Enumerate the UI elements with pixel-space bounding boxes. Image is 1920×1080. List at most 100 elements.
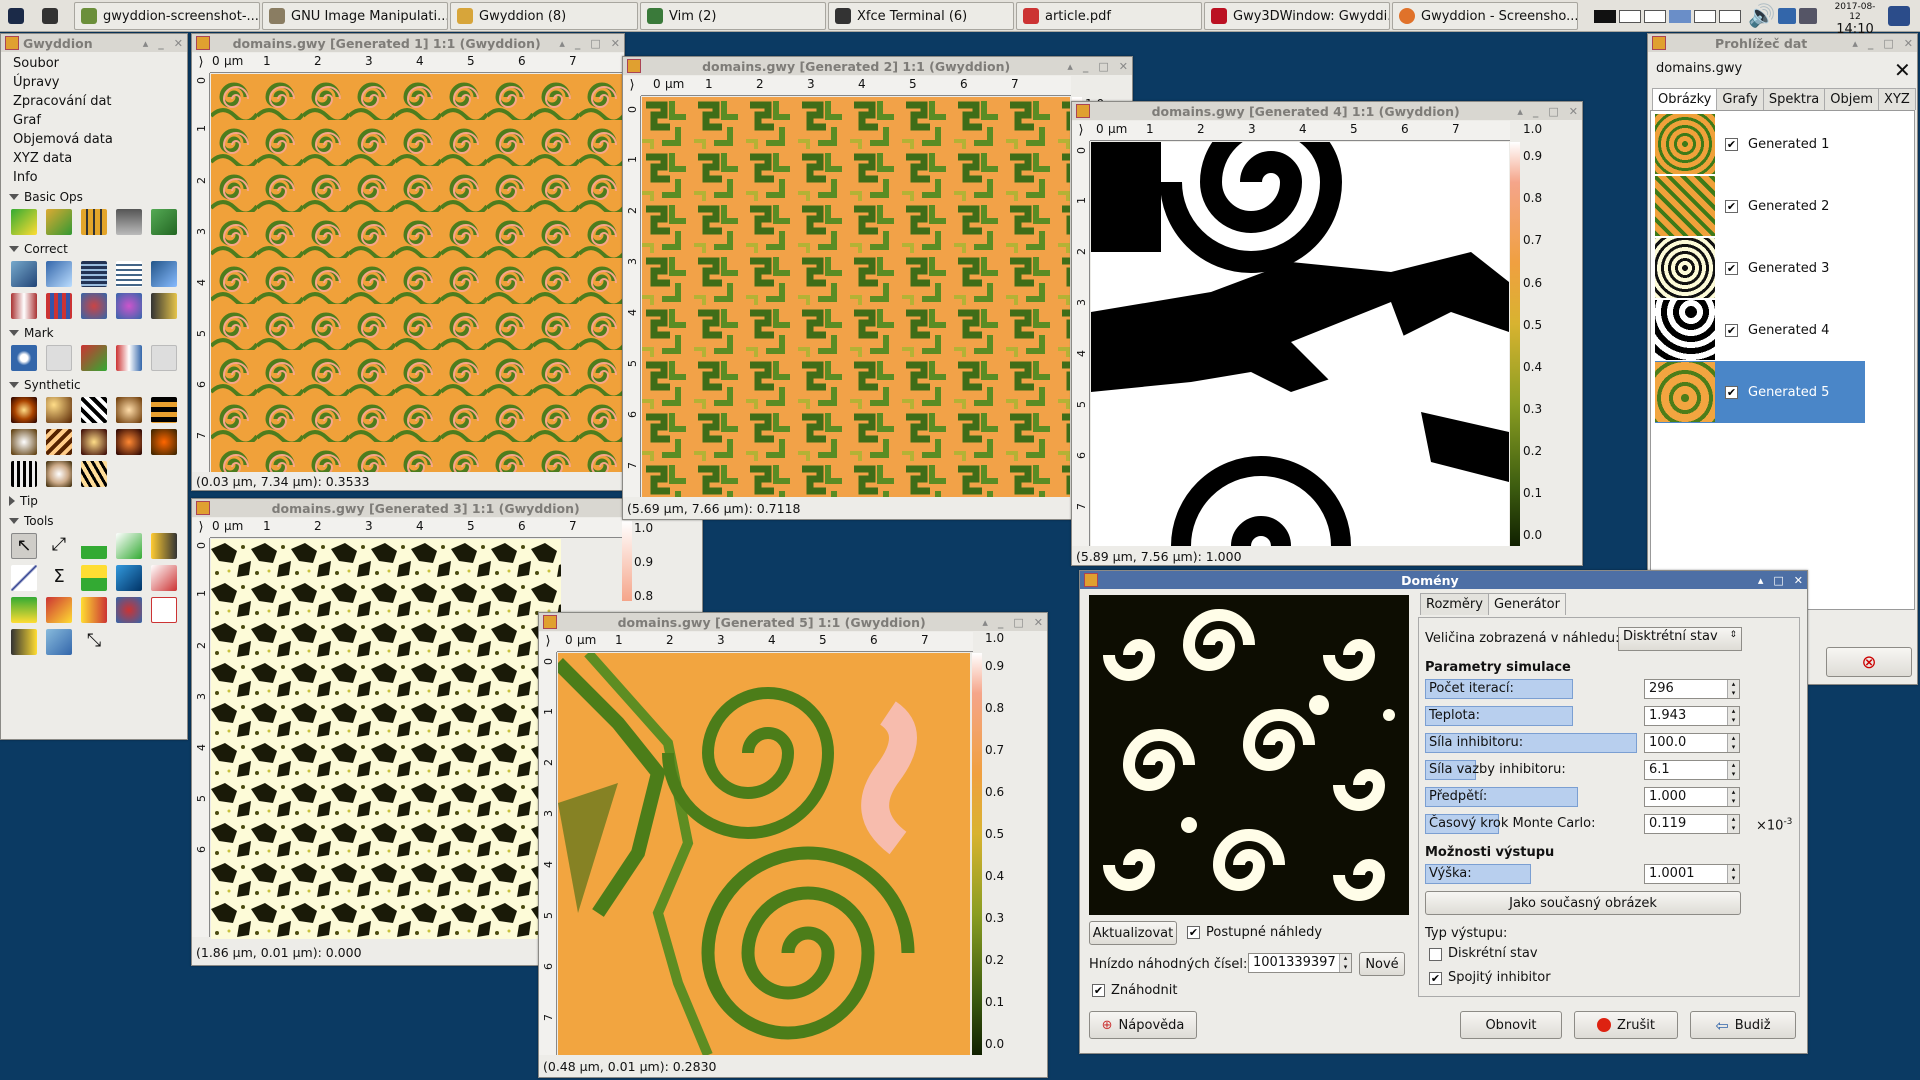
section-correct[interactable]: Correct bbox=[1, 239, 187, 259]
maximize-icon[interactable]: □ bbox=[1773, 574, 1783, 587]
menu-data-process[interactable]: Zpracování dat bbox=[1, 92, 187, 111]
mark-outliers-icon[interactable] bbox=[46, 345, 72, 371]
scale-icon[interactable] bbox=[151, 293, 177, 319]
minimize-icon[interactable]: _ bbox=[1533, 105, 1539, 118]
synth-lattice-icon[interactable] bbox=[11, 429, 37, 455]
section-basic-ops[interactable]: Basic Ops bbox=[1, 187, 187, 207]
synth-noise-icon[interactable] bbox=[11, 397, 37, 423]
task-button[interactable]: gwyddion-screenshot-... bbox=[74, 2, 260, 30]
roughness-icon[interactable] bbox=[151, 565, 177, 591]
maximize-icon[interactable]: □ bbox=[590, 37, 600, 50]
minimize-icon[interactable]: _ bbox=[998, 616, 1004, 629]
update-button[interactable]: Aktualizovat bbox=[1089, 921, 1177, 945]
spot-remove-icon[interactable] bbox=[46, 597, 72, 623]
filter-icon[interactable] bbox=[116, 597, 142, 623]
align-rows-icon[interactable] bbox=[81, 261, 107, 287]
visibility-checkbox[interactable]: ✔ bbox=[1725, 261, 1738, 275]
mark-threshold-icon[interactable] bbox=[81, 345, 107, 371]
shade-icon[interactable]: ▴ bbox=[1517, 105, 1523, 118]
volume-icon[interactable]: 🔊 bbox=[1748, 4, 1775, 29]
plane-level-icon[interactable] bbox=[11, 261, 37, 287]
line-fit-icon[interactable] bbox=[11, 565, 37, 591]
task-button[interactable]: Gwyddion (8) bbox=[450, 2, 638, 30]
facet-level-icon[interactable] bbox=[46, 261, 72, 287]
menu-xyz[interactable]: XYZ data bbox=[1, 149, 187, 168]
shade-icon[interactable]: ▴ bbox=[559, 37, 565, 50]
discrete-checkbox[interactable] bbox=[1429, 948, 1442, 961]
like-current-image-button[interactable]: Jako současný obrázek bbox=[1425, 891, 1741, 915]
task-button[interactable]: Xfce Terminal (6) bbox=[828, 2, 1014, 30]
synth-fibres-icon[interactable] bbox=[11, 461, 37, 487]
shade-icon[interactable]: ▴ bbox=[143, 37, 149, 50]
spectro-icon[interactable]: Σ bbox=[46, 565, 72, 591]
tab-dimensions[interactable]: Rozměry bbox=[1420, 593, 1489, 615]
synth-waves-icon[interactable] bbox=[46, 429, 72, 455]
menu-graph[interactable]: Graf bbox=[1, 111, 187, 130]
scars-icon[interactable] bbox=[11, 293, 37, 319]
close-icon[interactable]: ✕ bbox=[1034, 616, 1043, 629]
ok-button[interactable]: ⇦ Budiž bbox=[1690, 1011, 1796, 1039]
menu-edit[interactable]: Úpravy bbox=[1, 73, 187, 92]
tab-generator[interactable]: Generátor bbox=[1487, 593, 1566, 615]
data-image[interactable] bbox=[211, 74, 625, 472]
network-icon[interactable] bbox=[1778, 8, 1797, 24]
param-spinner[interactable]: 0.119 ▴ ▾ bbox=[1644, 814, 1740, 834]
synth-columnar-icon[interactable] bbox=[116, 397, 142, 423]
crop-icon[interactable] bbox=[81, 209, 107, 235]
clock[interactable]: 2017-08-12 14:10 bbox=[1830, 2, 1880, 37]
close-icon[interactable]: ✕ bbox=[1794, 574, 1803, 587]
task-button[interactable]: Gwy3DWindow: Gwyddi... bbox=[1204, 2, 1390, 30]
visibility-checkbox[interactable]: ✔ bbox=[1725, 385, 1738, 399]
mask-editor-icon[interactable] bbox=[151, 597, 177, 623]
grid-icon[interactable] bbox=[46, 293, 72, 319]
synth-particles-icon[interactable] bbox=[116, 429, 142, 455]
section-mark[interactable]: Mark bbox=[1, 323, 187, 343]
volume-icon[interactable] bbox=[151, 209, 177, 235]
power-icon[interactable] bbox=[1888, 6, 1910, 26]
param-row[interactable]: Předpětí: bbox=[1425, 787, 1637, 807]
minimize-icon[interactable]: _ bbox=[158, 37, 164, 50]
close-icon[interactable]: ✕ bbox=[611, 37, 620, 50]
mark-edge-icon[interactable] bbox=[116, 345, 142, 371]
grain-icon[interactable] bbox=[11, 597, 37, 623]
flip-icon[interactable] bbox=[11, 209, 37, 235]
help-button[interactable]: ⊕ Nápověda bbox=[1089, 1011, 1197, 1039]
mark-remove-icon[interactable] bbox=[151, 345, 177, 371]
list-item[interactable]: ✔ Generated 4 bbox=[1655, 299, 1865, 361]
workspace-switcher[interactable] bbox=[1594, 2, 1741, 30]
three-point-icon[interactable] bbox=[116, 565, 142, 591]
minimize-icon[interactable]: _ bbox=[1868, 37, 1874, 50]
randomize-checkbox[interactable]: ✔ bbox=[1092, 984, 1105, 997]
duplicate-icon[interactable] bbox=[116, 209, 142, 235]
tab-xyz[interactable]: XYZ bbox=[1878, 88, 1916, 110]
param-row[interactable]: Výška: bbox=[1425, 864, 1637, 884]
synth-diffusion-icon[interactable] bbox=[46, 461, 72, 487]
app-menu-icon[interactable] bbox=[2, 2, 32, 30]
remove-spots-icon[interactable] bbox=[81, 293, 107, 319]
synth-pattern-icon[interactable] bbox=[81, 397, 107, 423]
continuous-checkbox[interactable]: ✔ bbox=[1429, 972, 1442, 985]
distance-icon[interactable]: ⤢ bbox=[46, 533, 72, 559]
rotate-icon[interactable] bbox=[46, 209, 72, 235]
crop-tool-icon[interactable]: ⤡ bbox=[81, 629, 107, 655]
synth-steps-icon[interactable] bbox=[151, 397, 177, 423]
param-spinner[interactable]: 100.0 ▴ ▾ bbox=[1644, 733, 1740, 753]
close-file-icon[interactable]: ✕ bbox=[1894, 58, 1911, 82]
zoom-menu-button[interactable]: ⟩ bbox=[539, 632, 557, 652]
list-item[interactable]: ✔ Generated 5 bbox=[1655, 361, 1865, 423]
close-icon[interactable]: ✕ bbox=[1904, 37, 1913, 50]
param-row[interactable]: Teplota: bbox=[1425, 706, 1637, 726]
zoom-menu-button[interactable]: ⟩ bbox=[192, 518, 210, 538]
maximize-icon[interactable]: □ bbox=[1098, 60, 1108, 73]
fix-zero-icon[interactable] bbox=[151, 261, 177, 287]
menu-info[interactable]: Info bbox=[1, 168, 187, 187]
param-row[interactable]: Počet iterací: bbox=[1425, 679, 1637, 699]
zoom-menu-button[interactable]: ⟩ bbox=[623, 76, 641, 96]
tab-graphs[interactable]: Grafy bbox=[1716, 88, 1764, 110]
tab-spectra[interactable]: Spektra bbox=[1762, 88, 1826, 110]
mark-grains-icon[interactable] bbox=[11, 345, 37, 371]
path-level-icon[interactable] bbox=[46, 629, 72, 655]
synth-deposition-icon[interactable] bbox=[151, 429, 177, 455]
reset-button[interactable]: Obnovit bbox=[1460, 1011, 1562, 1039]
synth-objects-icon[interactable] bbox=[46, 397, 72, 423]
